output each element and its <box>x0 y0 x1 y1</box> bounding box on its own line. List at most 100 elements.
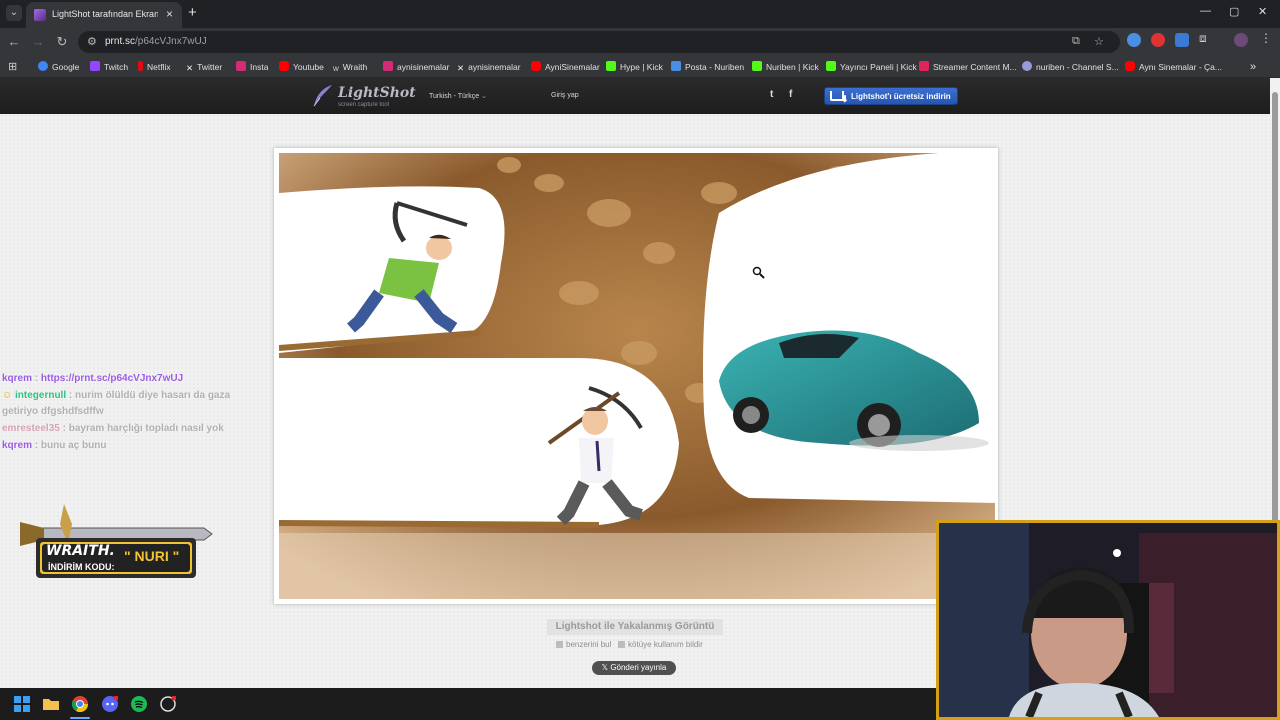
mail-icon <box>671 61 681 71</box>
kick-icon <box>606 61 616 71</box>
maximize-icon[interactable]: ▢ <box>1229 5 1239 18</box>
google-icon <box>38 61 48 71</box>
lightshot-tagline: screen capture tool <box>338 102 390 108</box>
download-lightshot-button[interactable]: ⬇ Lightshot'ı ücretsiz indirin <box>824 87 958 105</box>
site-info-icon[interactable]: ⚙ <box>87 35 97 48</box>
screenshot-image[interactable] <box>279 153 995 599</box>
bookmark-ayni-sinemalar[interactable]: Aynı Sinemalar - Ça... <box>1125 60 1222 74</box>
chat-text: bunu aç bunu <box>40 440 107 451</box>
car-cave <box>703 153 995 503</box>
bookmark-netflix[interactable]: Netflix <box>138 60 171 74</box>
kick-icon <box>826 61 836 71</box>
back-icon[interactable]: ← <box>6 34 22 49</box>
smiley-icon: ☺ <box>2 389 15 401</box>
tab-close-icon[interactable]: × <box>166 7 173 21</box>
bookmarks-bar: ⊞ Google Twitch Netflix ✕ Twitter Insta Y… <box>0 56 1280 78</box>
streamer-camera-feed <box>939 523 1277 717</box>
browser-tab-strip: ⌄ LightShot tarafından Ekran Görüntüsü ×… <box>0 0 1280 28</box>
x-icon: ✕ <box>457 63 465 73</box>
login-link[interactable]: Giriş yap <box>551 92 579 99</box>
kick-icon <box>752 61 762 71</box>
youtube-icon <box>1125 61 1135 71</box>
chat-username: kqrem <box>2 373 33 384</box>
spotify-icon[interactable] <box>131 696 147 712</box>
lightshot-logo[interactable]: LightShot <box>338 85 416 101</box>
bookmark-hype-kick[interactable]: Hype | Kick <box>606 60 663 74</box>
twitch-icon <box>90 61 100 71</box>
reload-icon[interactable]: ↻ <box>54 34 70 50</box>
apps-grid-icon[interactable]: ⊞ <box>8 60 17 74</box>
bookmark-streamer-content[interactable]: Streamer Content M... <box>919 60 1017 74</box>
bookmark-twitter[interactable]: ✕ Twitter <box>186 60 222 74</box>
sponsor-code-label: İNDİRİM KODU: <box>48 562 115 572</box>
url-path: /p64cVJnx7wUJ <box>135 36 207 47</box>
flag-icon <box>618 641 626 648</box>
install-app-icon[interactable]: ⧉ <box>1072 35 1080 48</box>
url-text: prnt.sc/p64cVJnx7wUJ <box>105 36 207 47</box>
tunnel-illustration <box>279 153 995 599</box>
lightshot-header <box>0 78 1280 114</box>
url-domain: prnt.sc <box>105 36 136 47</box>
bookmark-aynisinemalar-x[interactable]: ✕ aynisinemalar <box>457 60 521 74</box>
streaming-app-icon[interactable] <box>160 696 176 712</box>
file-explorer-icon[interactable] <box>43 696 59 712</box>
new-tab-button[interactable]: + <box>188 4 197 21</box>
bookmark-star-icon[interactable]: ☆ <box>1094 35 1104 48</box>
chat-username: integernull <box>15 389 67 401</box>
sponsor-badge: WRAITH. İNDİRİM KODU: " NURI " <box>14 500 214 584</box>
close-window-icon[interactable]: ✕ <box>1258 5 1267 18</box>
extension-icon-1[interactable] <box>1127 33 1141 47</box>
browser-menu-icon[interactable]: ⋮ <box>1260 31 1274 45</box>
address-bar[interactable]: ⚙ prnt.sc/p64cVJnx7wUJ ⧉ ☆ <box>78 31 1120 53</box>
chat-text: bayram harçlığı topladı nasıl yok <box>68 422 224 434</box>
bookmark-youtube[interactable]: Youtube <box>279 60 324 74</box>
bookmark-aynisinemalar-insta[interactable]: aynisinemalar <box>383 60 449 74</box>
chrome-icon[interactable] <box>72 696 88 712</box>
streamer-webcam <box>936 520 1280 720</box>
instagram-icon <box>236 61 246 71</box>
screenshot-action-links: benzerini bul kötüye kullanım bildir <box>556 640 703 649</box>
bookmark-aynisinemalar-youtube[interactable]: AyniSinemalar <box>531 60 600 74</box>
bookmark-yayinci-paneli[interactable]: Yayıncı Paneli | Kick <box>826 60 917 74</box>
x-icon: 𝕏 <box>601 663 611 672</box>
forward-icon[interactable]: → <box>30 34 46 49</box>
bookmark-wraith[interactable]: w Wraith <box>333 60 367 74</box>
profile-avatar-icon[interactable] <box>1234 33 1248 47</box>
bookmark-google[interactable]: Google <box>38 60 79 74</box>
youtube-icon <box>279 61 289 71</box>
bookmark-nuriben-kick[interactable]: Nuriben | Kick <box>752 60 819 74</box>
language-selector[interactable]: Turkish - Türkçe ⌄ <box>429 92 487 100</box>
twitter-share-icon[interactable]: t <box>770 89 773 100</box>
bookmark-posta[interactable]: Posta - Nuriben <box>671 60 744 74</box>
more-bookmarks-icon[interactable]: » <box>1250 60 1256 74</box>
facebook-share-icon[interactable]: f <box>789 89 792 100</box>
feather-logo-icon <box>313 85 332 107</box>
minimize-icon[interactable]: — <box>1200 5 1211 17</box>
windows-start-icon[interactable] <box>14 696 30 712</box>
post-tweet-button[interactable]: 𝕏 Gönderi yayınla <box>592 661 676 675</box>
browser-tab-active[interactable]: LightShot tarafından Ekran Görüntüsü × <box>26 2 182 28</box>
tab-search-button[interactable]: ⌄ <box>6 5 22 21</box>
similar-icon <box>556 641 563 648</box>
instagram-icon <box>383 61 393 71</box>
windows-taskbar <box>0 688 936 720</box>
youtube-icon <box>531 61 541 71</box>
download-button-label: Lightshot'ı ücretsiz indirin <box>851 92 951 101</box>
chat-message: kqrem : bunu aç bunu <box>2 440 107 451</box>
chevron-down-icon: ⌄ <box>481 93 488 100</box>
extensions-puzzle-icon[interactable]: ⧈ <box>1199 31 1213 45</box>
find-similar-link[interactable]: benzerini bul <box>556 640 611 649</box>
browser-toolbar: ← → ↻ ⚙ prnt.sc/p64cVJnx7wUJ ⧉ ☆ <box>0 28 1280 56</box>
chat-username: kqrem <box>2 440 33 451</box>
extension-icon-2[interactable] <box>1151 33 1165 47</box>
chat-text: https://prnt.sc/p64cVJnx7wUJ <box>40 373 184 384</box>
stream-chat-overlay: kqrem : https://prnt.sc/p64cVJnx7wUJ ☺ i… <box>2 370 252 455</box>
sponsor-brand: WRAITH. <box>46 543 115 559</box>
sponsor-code: " NURI " <box>124 548 180 564</box>
report-abuse-link[interactable]: kötüye kullanım bildir <box>618 640 703 649</box>
bookmark-twitch[interactable]: Twitch <box>90 60 128 74</box>
discord-icon[interactable] <box>102 696 118 712</box>
extension-icon-3[interactable] <box>1175 33 1189 47</box>
bookmark-insta[interactable]: Insta <box>236 60 268 74</box>
bookmark-nuriben-channel[interactable]: nuriben - Channel S... <box>1022 60 1119 74</box>
